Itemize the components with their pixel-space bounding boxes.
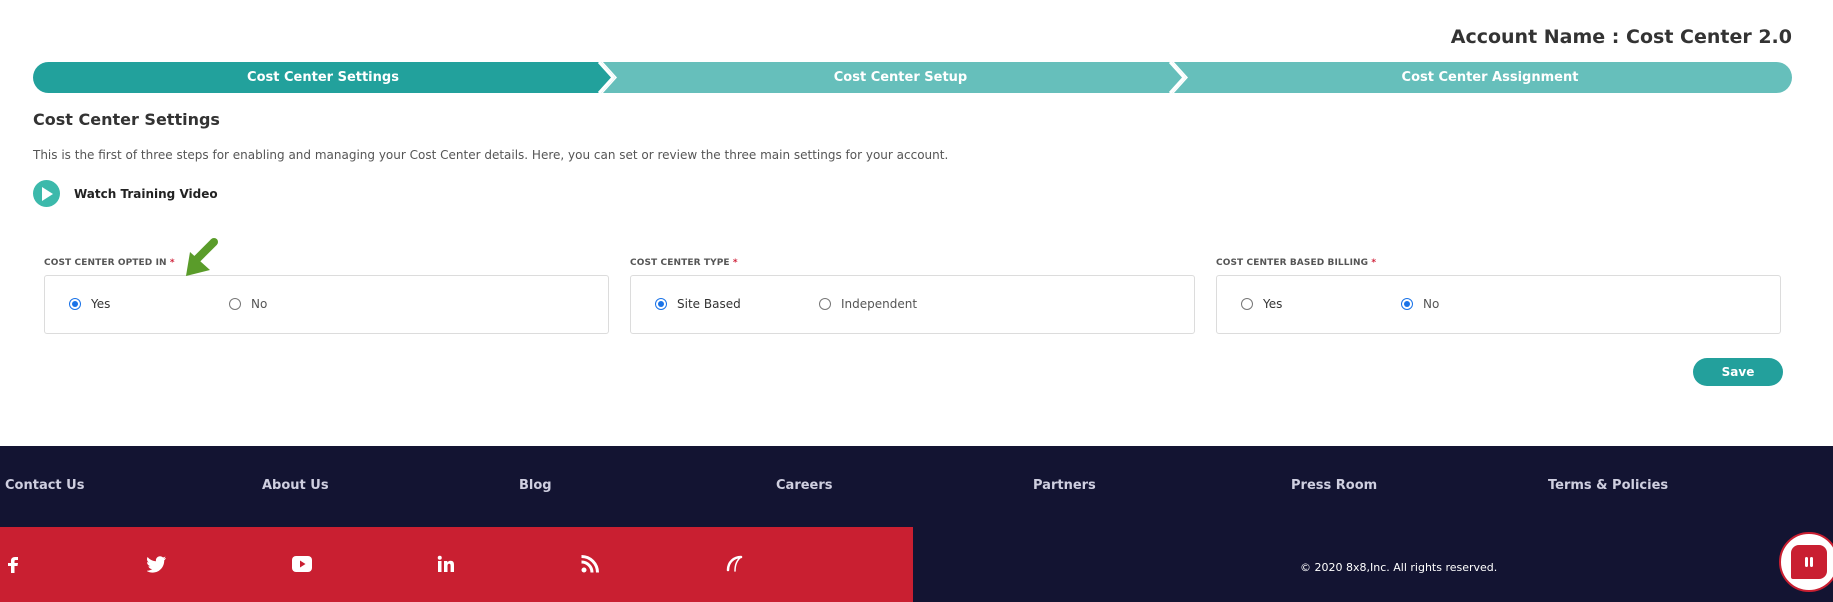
annotation-arrow-icon	[186, 238, 218, 276]
footer-social-bar	[0, 527, 913, 602]
panel-shadow	[1482, 405, 1792, 413]
radio-type-site-based[interactable]: Site Based	[655, 297, 741, 311]
field-label-text: COST CENTER OPTED IN	[44, 258, 167, 268]
radio-label: Independent	[841, 297, 918, 311]
radio-group-box: Yes No	[44, 275, 609, 334]
radio-button[interactable]	[819, 298, 831, 310]
step-cost-center-setup[interactable]: Cost Center Setup	[613, 62, 1188, 93]
required-mark: *	[732, 258, 738, 268]
footer-link-terms-policies[interactable]: Terms & Policies	[1548, 478, 1668, 493]
save-button[interactable]: Save	[1693, 358, 1783, 386]
account-name: Account Name : Cost Center 2.0	[1450, 26, 1792, 48]
radio-button[interactable]	[1241, 298, 1253, 310]
footer-link-partners[interactable]: Partners	[1033, 478, 1096, 493]
rss-icon[interactable]	[579, 553, 601, 575]
field-cost-center-based-billing: COST CENTER BASED BILLING * Yes No	[1216, 258, 1781, 334]
field-label-text: COST CENTER TYPE	[630, 258, 730, 268]
radio-opted-in-yes[interactable]: Yes	[69, 297, 110, 311]
radio-label: No	[1423, 297, 1440, 311]
radio-button-checked[interactable]	[655, 298, 667, 310]
radio-label: Yes	[91, 297, 111, 311]
youtube-icon[interactable]	[291, 553, 313, 575]
field-cost-center-type: COST CENTER TYPE * Site Based Independen…	[630, 258, 1195, 334]
radio-billing-yes[interactable]: Yes	[1241, 297, 1282, 311]
footer-link-about-us[interactable]: About Us	[262, 478, 329, 493]
progress-stepper: Cost Center Settings Cost Center Setup C…	[33, 62, 1792, 93]
page-description: This is the first of three steps for ena…	[33, 148, 949, 162]
radio-button[interactable]	[229, 298, 241, 310]
copyright-text: © 2020 8x8,Inc. All rights reserved.	[1300, 561, 1498, 574]
radio-label: No	[251, 297, 268, 311]
step-cost-center-settings[interactable]: Cost Center Settings	[33, 62, 613, 93]
twitter-icon[interactable]	[146, 553, 168, 575]
radio-button-checked[interactable]	[69, 298, 81, 310]
radio-label: Site Based	[677, 297, 741, 311]
field-label: COST CENTER BASED BILLING *	[1216, 258, 1781, 272]
8x8-logo-icon[interactable]	[723, 553, 745, 575]
radio-opted-in-no[interactable]: No	[229, 297, 267, 311]
chat-icon[interactable]	[1791, 545, 1827, 579]
step-cost-center-assignment[interactable]: Cost Center Assignment	[1188, 62, 1792, 93]
linkedin-icon[interactable]	[435, 553, 457, 575]
radio-group-box: Yes No	[1216, 275, 1781, 334]
footer-link-contact-us[interactable]: Contact Us	[5, 478, 84, 493]
field-label: COST CENTER TYPE *	[630, 258, 1195, 272]
page-title: Cost Center Settings	[33, 110, 220, 129]
footer-link-blog[interactable]: Blog	[519, 478, 552, 493]
footer-nav: Contact Us About Us Blog Careers Partner…	[0, 446, 1833, 527]
field-cost-center-opted-in: COST CENTER OPTED IN * Yes No	[44, 258, 609, 334]
footer-link-careers[interactable]: Careers	[776, 478, 833, 493]
radio-label: Yes	[1263, 297, 1283, 311]
radio-type-independent[interactable]: Independent	[819, 297, 917, 311]
required-mark: *	[1371, 258, 1377, 268]
footer-link-press-room[interactable]: Press Room	[1291, 478, 1377, 493]
field-label-text: COST CENTER BASED BILLING	[1216, 258, 1369, 268]
required-mark: *	[169, 258, 175, 268]
radio-billing-no[interactable]: No	[1401, 297, 1439, 311]
footer-copyright-bar: © 2020 8x8,Inc. All rights reserved.	[913, 527, 1833, 602]
field-label: COST CENTER OPTED IN *	[44, 258, 609, 272]
radio-button-checked[interactable]	[1401, 298, 1413, 310]
chat-widget-button[interactable]	[1779, 532, 1833, 592]
watch-training-video-label[interactable]: Watch Training Video	[74, 187, 218, 201]
watch-training-video-link[interactable]: Watch Training Video	[33, 180, 218, 207]
facebook-icon[interactable]	[2, 553, 24, 575]
play-icon[interactable]	[33, 180, 60, 207]
radio-group-box: Site Based Independent	[630, 275, 1195, 334]
